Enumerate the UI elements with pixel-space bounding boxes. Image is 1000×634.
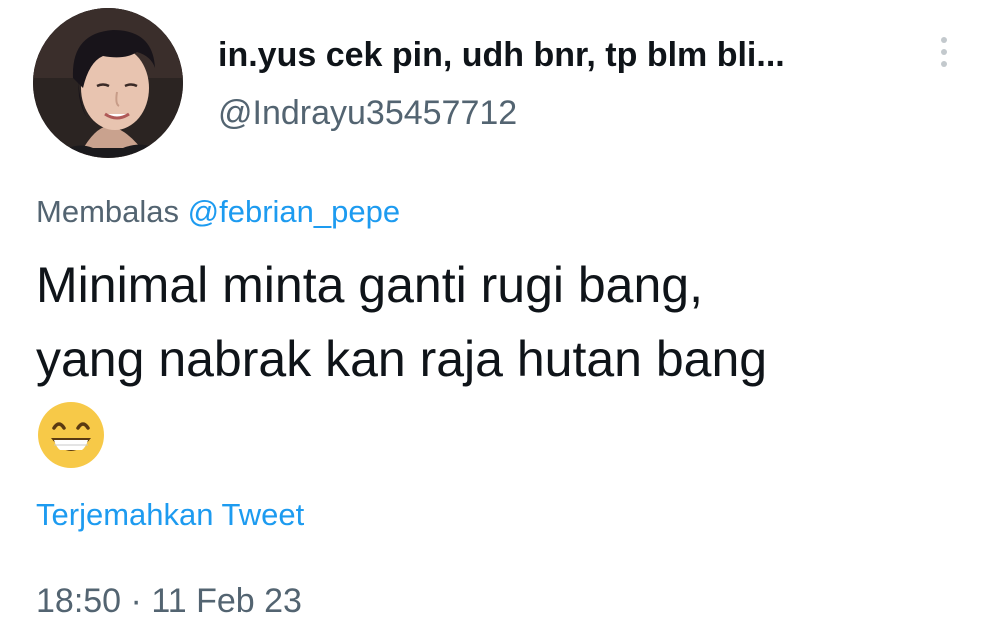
timestamp-date: 11 Feb 23	[151, 582, 302, 620]
reply-context: Membalas @febrian_pepe	[36, 194, 400, 230]
avatar-photo	[33, 8, 183, 158]
author-handle[interactable]: @Indrayu35457712	[218, 94, 517, 133]
timestamp-time: 18:50	[36, 582, 122, 620]
vertical-ellipsis-icon	[941, 37, 947, 43]
vertical-ellipsis-icon-dot	[941, 61, 947, 67]
reply-mention-link[interactable]: @febrian_pepe	[188, 194, 400, 229]
timestamp-separator: ·	[130, 582, 142, 620]
more-options-button[interactable]	[930, 32, 958, 72]
vertical-ellipsis-icon-dot	[941, 49, 947, 55]
grinning-face-emoji-icon	[38, 402, 104, 468]
tweet-text: Minimal minta ganti rugi bang, yang nabr…	[36, 248, 767, 396]
tweet-text-line: Minimal minta ganti rugi bang,	[36, 257, 703, 313]
tweet-text-line: yang nabrak kan raja hutan bang	[36, 331, 768, 387]
reply-prefix: Membalas	[36, 194, 179, 229]
tweet-timestamp[interactable]: 18:50 · 11 Feb 23	[36, 582, 302, 621]
author-display-name[interactable]: in.yus cek pin, udh bnr, tp blm bli...	[218, 36, 785, 75]
translate-tweet-link[interactable]: Terjemahkan Tweet	[36, 497, 304, 533]
avatar[interactable]	[33, 8, 183, 158]
